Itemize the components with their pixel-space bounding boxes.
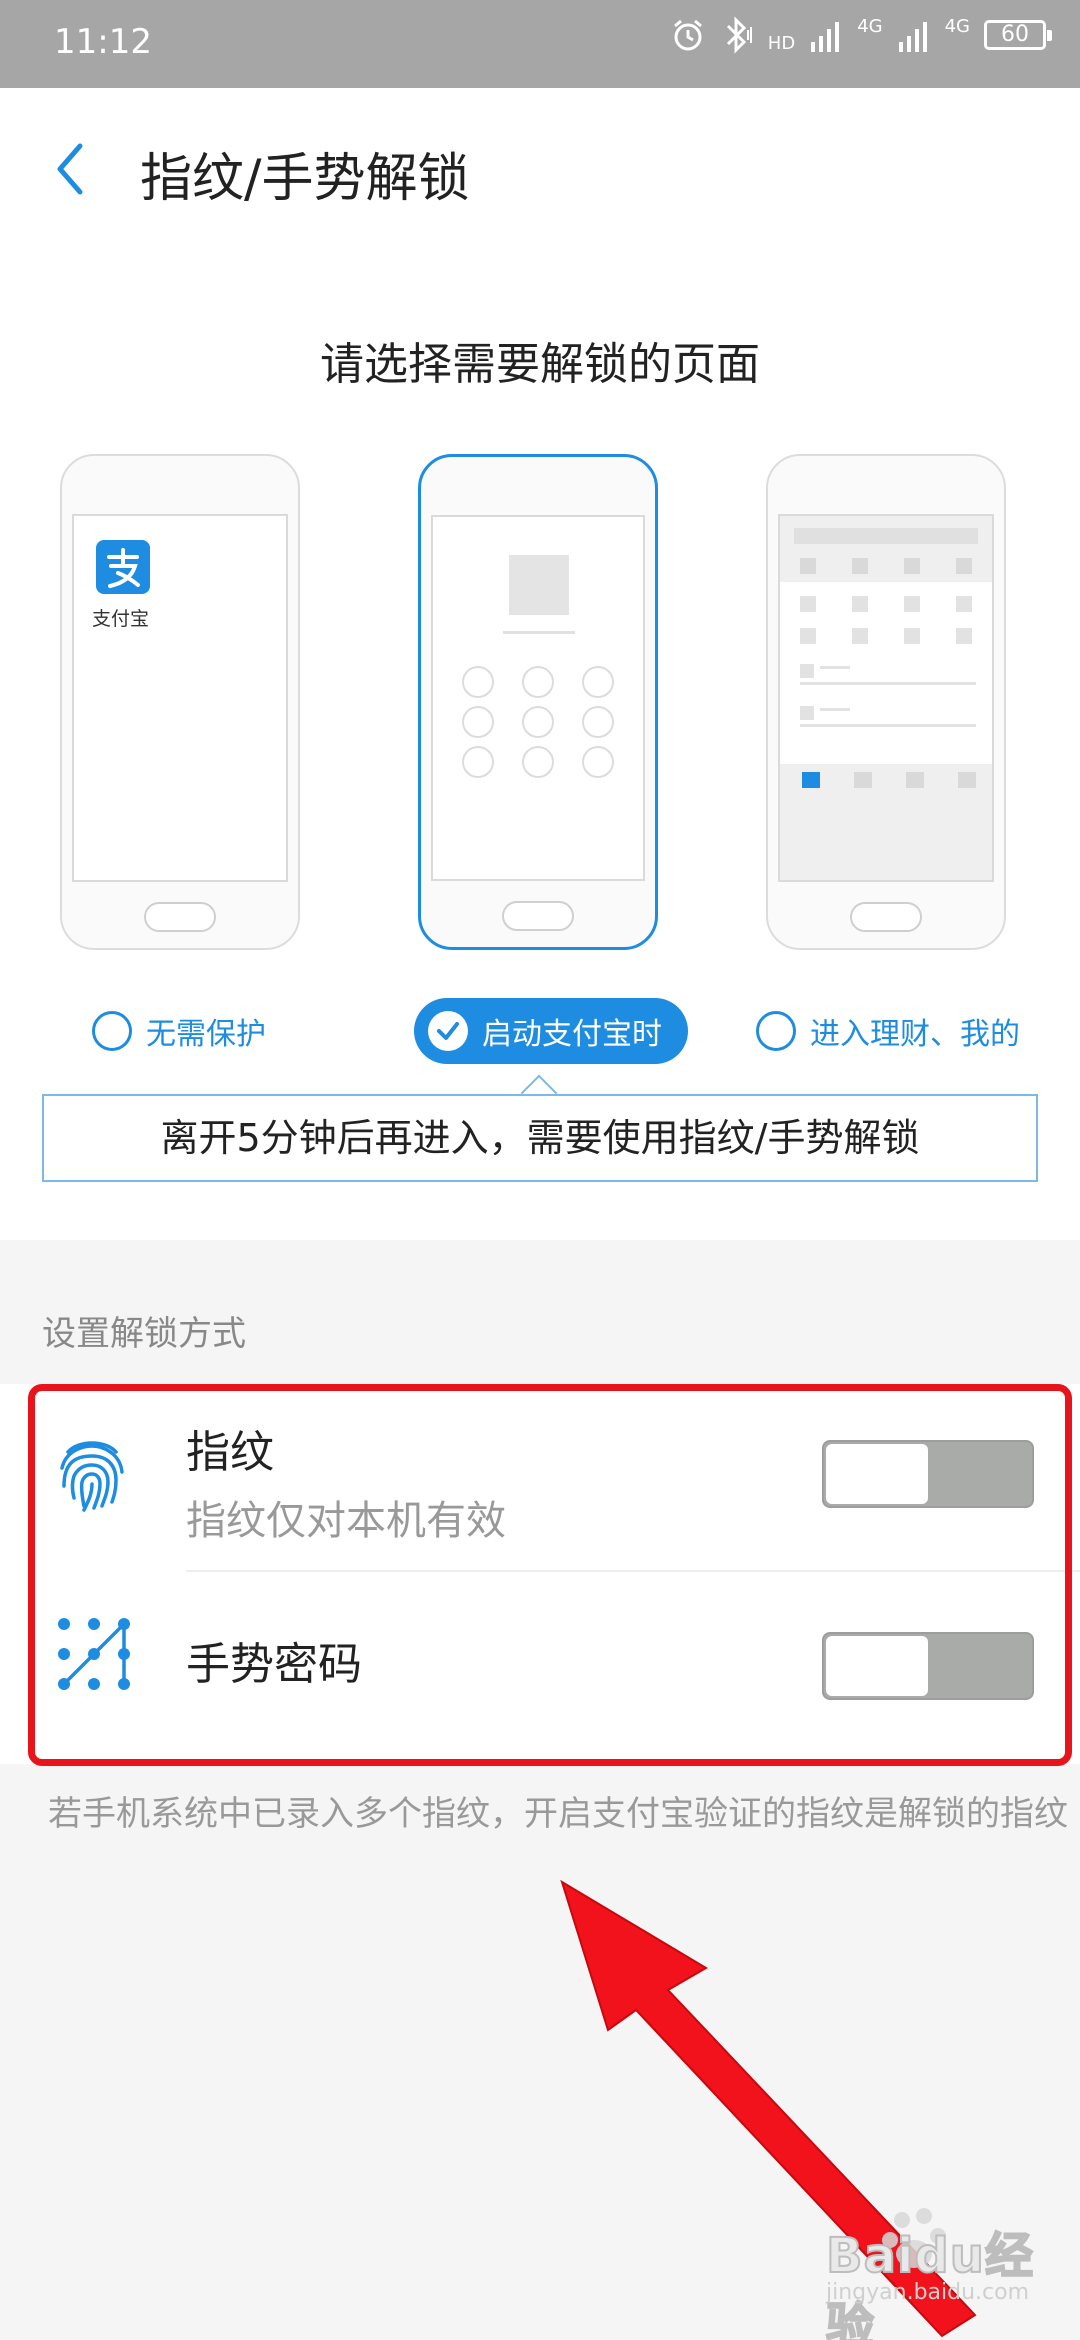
- preview-screen: [778, 514, 994, 882]
- alipay-icon: [107, 548, 140, 588]
- fingerprint-title: 指纹: [186, 1427, 274, 1478]
- preview-wealth-mine[interactable]: [766, 454, 1006, 950]
- unlock-methods-header: 设置解锁方式: [42, 1314, 246, 1354]
- gesture-toggle[interactable]: [822, 1632, 1034, 1700]
- home-button: [850, 902, 922, 932]
- unlock-methods-list: 指纹 指纹仅对本机有效 手势密码: [0, 1384, 1080, 1764]
- watermark-url: jingyan.baidu.com: [826, 2280, 1030, 2305]
- status-bar: 11:12 HD 4G 4G 60: [0, 0, 1080, 88]
- radio-unchecked-icon: [756, 1011, 796, 1051]
- option-label: 启动支付宝时: [482, 1017, 662, 1052]
- chevron-left-icon: [57, 143, 83, 195]
- preview-screen: 支付宝: [72, 514, 288, 882]
- gesture-pattern-icon: [58, 1618, 130, 1690]
- gesture-grid-preview: [462, 666, 614, 778]
- network-hd-label: HD: [767, 33, 796, 54]
- page-title: 指纹/手势解锁: [140, 149, 470, 209]
- toggle-knob: [826, 1444, 928, 1504]
- page-selection-panel: 指纹/手势解锁 请选择需要解锁的页面 支付宝 无需保护 启动支付宝时 进入理财、…: [0, 88, 1080, 1240]
- home-button: [144, 902, 216, 932]
- unlock-info-box: 离开5分钟后再进入，需要使用指纹/手势解锁: [42, 1094, 1038, 1182]
- name-line: [503, 631, 575, 634]
- gesture-title: 手势密码: [186, 1639, 362, 1690]
- preview-content: [780, 558, 992, 788]
- preview-launch-app[interactable]: [418, 454, 658, 950]
- network-4g-label: 4G: [857, 16, 883, 37]
- fingerprint-toggle[interactable]: [822, 1440, 1034, 1508]
- checkmark-icon: [428, 1011, 468, 1051]
- preview-no-protection[interactable]: 支付宝: [60, 454, 300, 950]
- option-no-protection[interactable]: 无需保护: [92, 998, 266, 1064]
- fingerprint-row[interactable]: 指纹 指纹仅对本机有效: [0, 1384, 1080, 1570]
- preview-screen: [431, 515, 645, 881]
- network-4g-label-2: 4G: [944, 16, 970, 37]
- fingerprint-icon: [60, 1441, 124, 1512]
- status-icons: HD 4G 4G 60: [670, 16, 1052, 54]
- gesture-row[interactable]: 手势密码: [0, 1570, 1080, 1764]
- selection-prompt: 请选择需要解锁的页面: [320, 339, 760, 390]
- home-button: [502, 901, 574, 931]
- unlock-footnote: 若手机系统中已录入多个指纹，开启支付宝验证的指纹是解锁的指纹: [48, 1794, 1068, 1834]
- roaming-signal-icon: [898, 22, 927, 52]
- back-button[interactable]: [48, 134, 98, 204]
- option-label: 无需保护: [146, 1017, 266, 1052]
- toggle-knob: [826, 1636, 928, 1696]
- alarm-icon: [673, 19, 702, 51]
- preview-app-label: 支付宝: [92, 608, 150, 630]
- fingerprint-subtitle: 指纹仅对本机有效: [186, 1498, 506, 1544]
- bluetooth-icon: [726, 16, 752, 54]
- radio-unchecked-icon: [92, 1011, 132, 1051]
- option-launch-app[interactable]: 启动支付宝时: [414, 998, 688, 1064]
- preview-search-bar: [794, 528, 978, 544]
- signal-icon: [811, 22, 840, 52]
- avatar-placeholder: [509, 555, 569, 615]
- option-label: 进入理财、我的: [810, 1017, 1020, 1052]
- watermark-text: Baidu经验: [825, 2227, 1034, 2340]
- battery-icon: 60: [984, 20, 1052, 50]
- status-time: 11:12: [54, 22, 152, 62]
- alipay-logo: [96, 540, 150, 594]
- option-wealth-mine[interactable]: 进入理财、我的: [756, 998, 1020, 1064]
